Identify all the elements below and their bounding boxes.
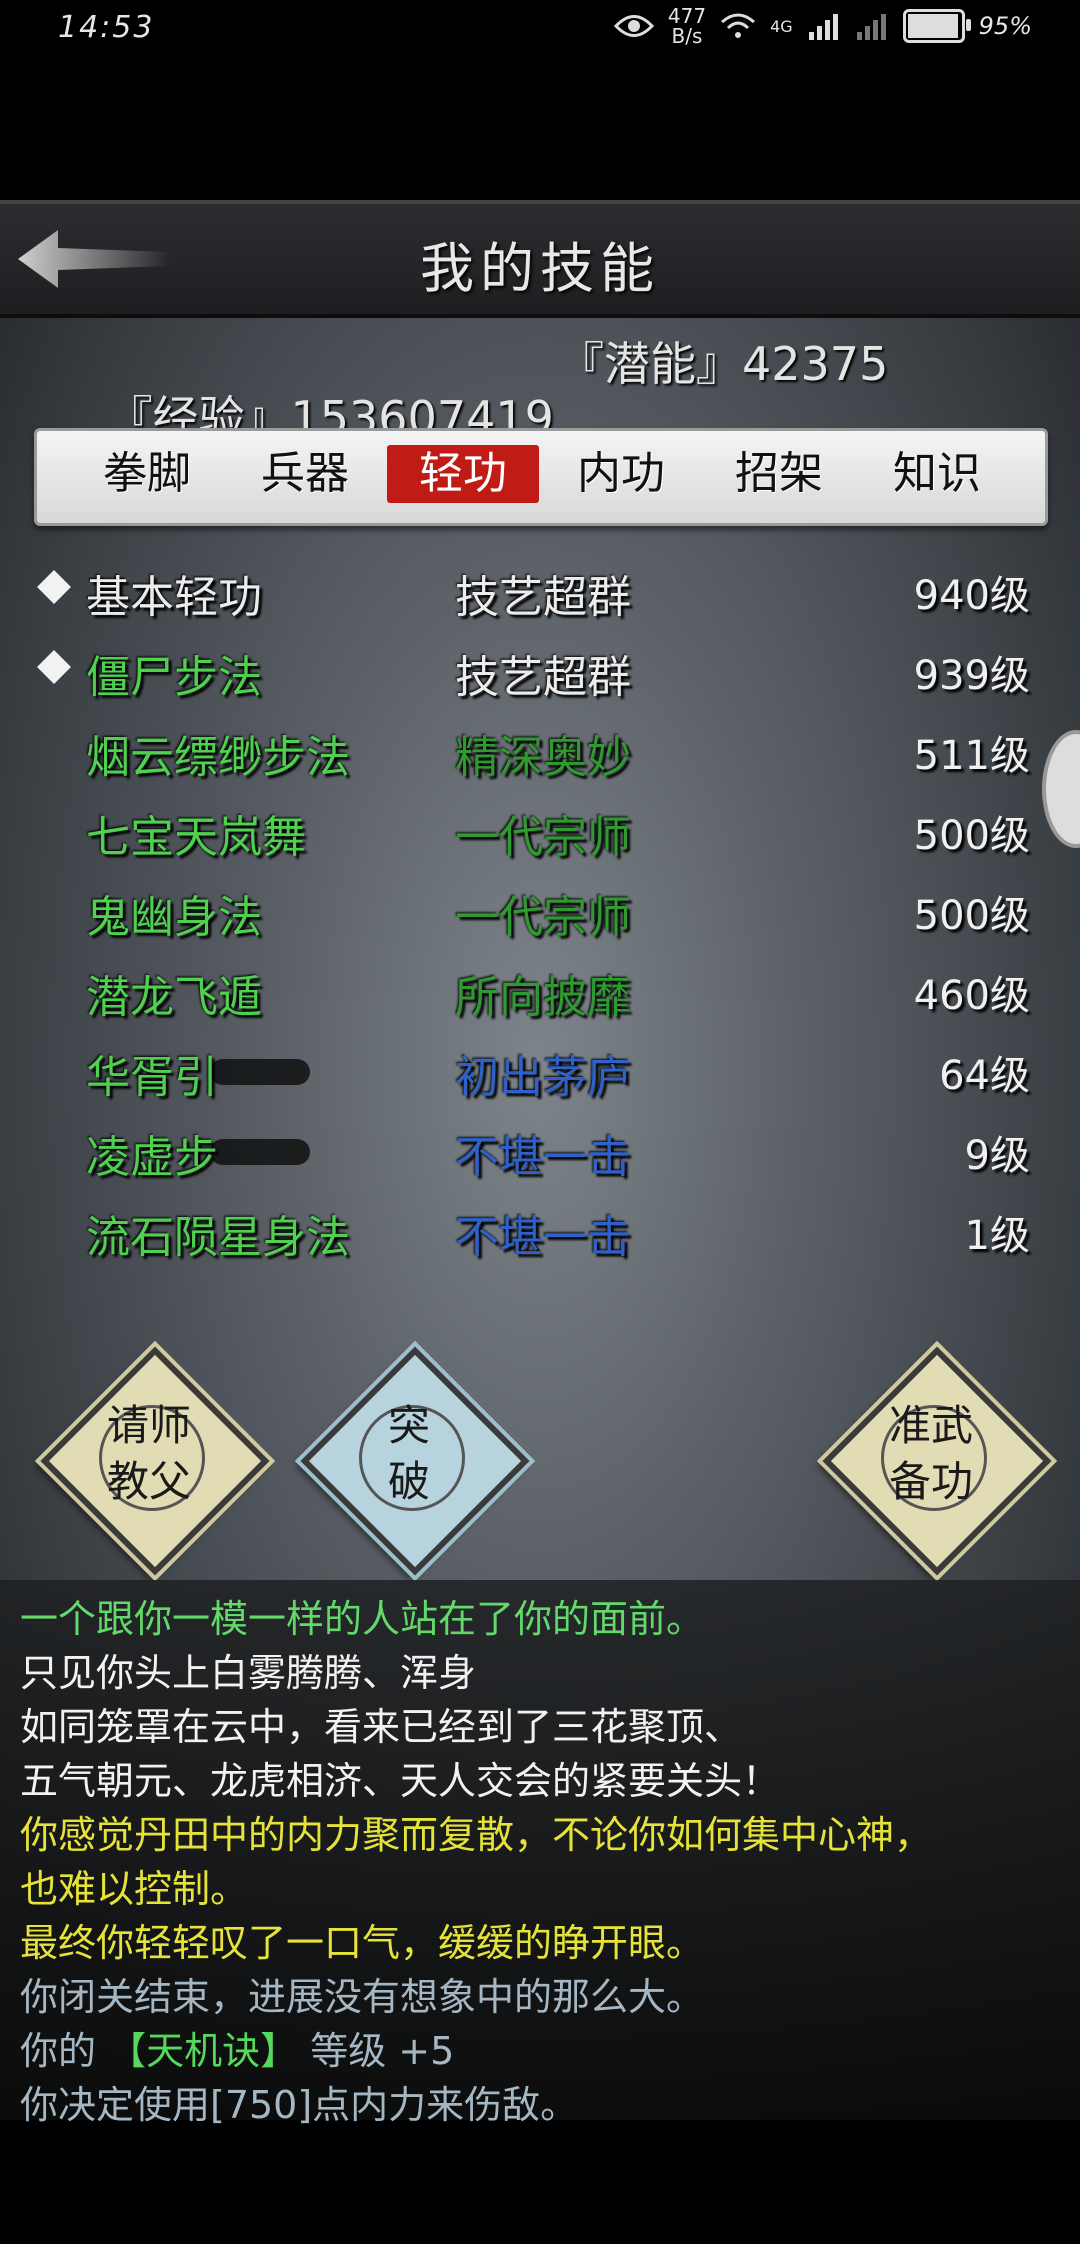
skill-row[interactable]: 僵尸步法 技艺超群 939级 [30,635,1040,715]
skill-row[interactable]: 华胥引 初出茅庐 64级 [30,1035,1040,1115]
prepare-skill-button[interactable]: 准武 备功 [822,1346,1052,1576]
log-line: 你决定使用[750]点内力来伤敌。 [20,2083,579,2127]
ink-streak [210,1139,310,1165]
tab-knowledge[interactable]: 知识 [861,445,1013,503]
skill-rank: 技艺超群 [455,572,631,623]
skill-level: 939级 [913,653,1030,699]
ink-streak [210,1059,310,1085]
skill-level: 64级 [939,1053,1030,1099]
battery-percent: 95% [978,12,1032,40]
skill-row[interactable]: 流石陨星身法 不堪一击 1级 [30,1195,1040,1275]
log-line: 如同笼罩在云中，看来已经到了三花聚顶、 [20,1705,743,1749]
skill-name: 流石陨星身法 [86,1212,350,1263]
skill-row[interactable]: 凌虚步 不堪一击 9级 [30,1115,1040,1195]
log-line: 也难以控制。 [20,1867,249,1911]
skill-level: 9级 [964,1133,1030,1179]
log-line: 最终你轻轻叹了一口气，缓缓的睁开眼。 [20,1921,705,1965]
ask-master-button[interactable]: 请师 教父 [40,1346,270,1576]
tab-parry[interactable]: 招架 [703,445,855,503]
skill-level: 460级 [913,973,1030,1019]
status-bar: 14:53 477 B/s 4G 95% [0,0,1080,60]
skill-category-tabs: 拳脚 兵器 轻功 内功 招架 知识 [34,428,1048,526]
tab-lightness[interactable]: 轻功 [387,445,539,503]
skill-level: 511级 [913,733,1030,779]
log-line: 五气朝元、龙虎相济、天人交会的紧要关头！ [20,1759,781,1803]
title-bar: 我的技能 [0,200,1080,318]
skill-row[interactable]: 基本轻功 技艺超群 940级 [30,555,1040,635]
skill-rank: 不堪一击 [455,1132,631,1183]
game-screen: 我的技能 『经验』153607419 『潜能』42375 拳脚 兵器 轻功 内功… [0,200,1080,2127]
skill-rank: 所向披靡 [455,972,631,1023]
clock: 14:53 [58,10,155,45]
skill-rank: 技艺超群 [455,652,631,703]
signal-icon [808,14,838,40]
skill-name: 华胥引 [86,1052,218,1103]
skill-name: 僵尸步法 [86,652,262,703]
skill-name: 鬼幽身法 [86,892,262,943]
skill-name: 烟云缥缈步法 [86,732,350,783]
technique-name: 【天机诀】 [108,2029,299,2073]
signal-icon-2 [856,14,886,40]
equipped-marker-icon [37,650,71,684]
skill-name: 潜龙飞遁 [86,972,262,1023]
skill-level: 500级 [913,893,1030,939]
tab-internal[interactable]: 内功 [545,445,697,503]
skill-rank: 一代宗师 [455,892,631,943]
network-type: 4G [770,16,793,36]
net-speed: 477 B/s [667,4,707,48]
status-icons: 477 B/s 4G 95% [613,4,1032,48]
skill-level: 500级 [913,813,1030,859]
page-title: 我的技能 [420,237,660,300]
log-line: 你闭关结束，进展没有想象中的那么大。 [20,1975,705,2019]
eye-icon [613,15,654,37]
equipped-marker-icon [37,570,71,604]
skill-name: 凌虚步 [86,1132,218,1183]
skill-row[interactable]: 七宝天岚舞 一代宗师 500级 [30,795,1040,875]
log-line: 你的 【天机诀】 等级 +5 [20,2029,455,2073]
skill-rank: 不堪一击 [455,1212,631,1263]
skill-name: 基本轻功 [86,572,262,623]
skill-level: 940级 [913,573,1030,619]
log-line: 一个跟你一模一样的人站在了你的面前。 [20,1597,705,1641]
skill-row[interactable]: 烟云缥缈步法 精深奥妙 511级 [30,715,1040,795]
skill-list: 基本轻功 技艺超群 940级 僵尸步法 技艺超群 939级 烟云缥缈步法 精深奥… [30,555,1040,1275]
wifi-icon [721,13,756,38]
side-handle[interactable] [1042,730,1080,848]
log-line: 只见你头上白雾腾腾、浑身 [20,1651,477,1695]
skill-rank: 精深奥妙 [455,732,631,783]
potential-stat: 『潜能』42375 [558,337,889,391]
skill-row[interactable]: 潜龙飞遁 所向披靡 460级 [30,955,1040,1035]
skill-rank: 一代宗师 [455,812,631,863]
breakthrough-button[interactable]: 突 破 [300,1346,530,1576]
skill-level: 1级 [964,1213,1030,1259]
skill-rank: 初出茅庐 [455,1052,631,1103]
log-line: 你感觉丹田中的内力聚而复散，不论你如何集中心神， [20,1813,933,1857]
tab-weapon[interactable]: 兵器 [229,445,381,503]
skill-row[interactable]: 鬼幽身法 一代宗师 500级 [30,875,1040,955]
skill-name: 七宝天岚舞 [86,812,306,863]
tab-fist[interactable]: 拳脚 [71,445,223,503]
battery-icon [902,9,971,43]
message-log: 一个跟你一模一样的人站在了你的面前。 只见你头上白雾腾腾、浑身 如同笼罩在云中，… [0,1580,1080,2127]
